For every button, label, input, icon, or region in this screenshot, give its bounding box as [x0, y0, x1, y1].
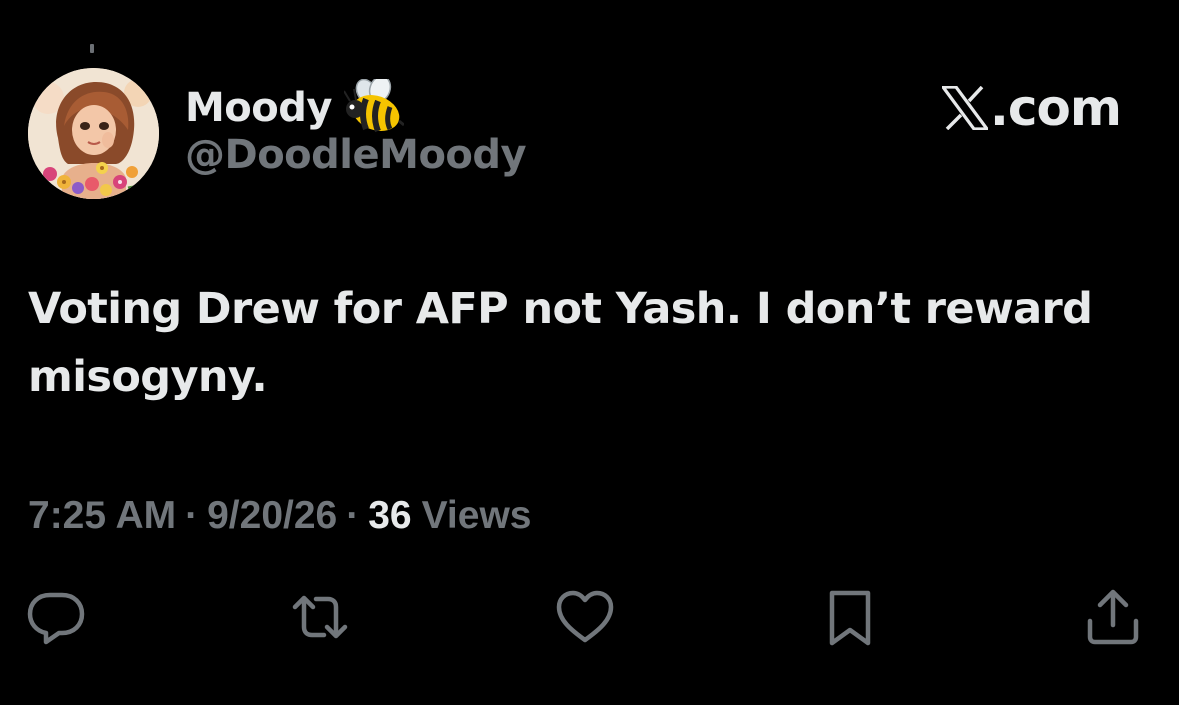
repost-button[interactable] [288, 585, 352, 649]
like-button[interactable] [553, 585, 617, 649]
tweet-time[interactable]: 7:25 AM [28, 494, 176, 538]
reply-button[interactable] [24, 585, 88, 649]
action-bar [0, 585, 1179, 649]
views-count[interactable]: 36 [368, 494, 411, 538]
tweet-text: Voting Drew for AFP not Yash. I don’t re… [28, 284, 1093, 402]
avatar[interactable] [28, 68, 159, 199]
repost-icon [292, 595, 348, 639]
author-handle[interactable]: @DoodleMoody [185, 132, 527, 178]
author-display-name[interactable]: Moody [185, 85, 332, 131]
meta-separator: · [185, 494, 199, 537]
share-icon [1087, 589, 1139, 645]
meta-separator: · [346, 494, 360, 537]
bee-icon [343, 79, 404, 133]
bookmark-icon [829, 590, 871, 646]
brand-watermark: .com [941, 76, 1122, 140]
author-name-row[interactable]: Moody [185, 78, 404, 138]
heart-icon [556, 590, 614, 643]
share-button[interactable] [1081, 585, 1145, 649]
reply-icon [27, 592, 85, 645]
bookmark-button[interactable] [818, 585, 882, 649]
tweet-date[interactable]: 9/20/26 [207, 494, 337, 538]
x-logo-icon [941, 86, 988, 130]
views-label[interactable]: Views [422, 494, 532, 538]
tweet-meta: 7:25 AM · 9/20/26 · 36 Views [28, 490, 531, 542]
brand-suffix: .com [989, 79, 1122, 137]
decorative-speck [90, 44, 94, 53]
